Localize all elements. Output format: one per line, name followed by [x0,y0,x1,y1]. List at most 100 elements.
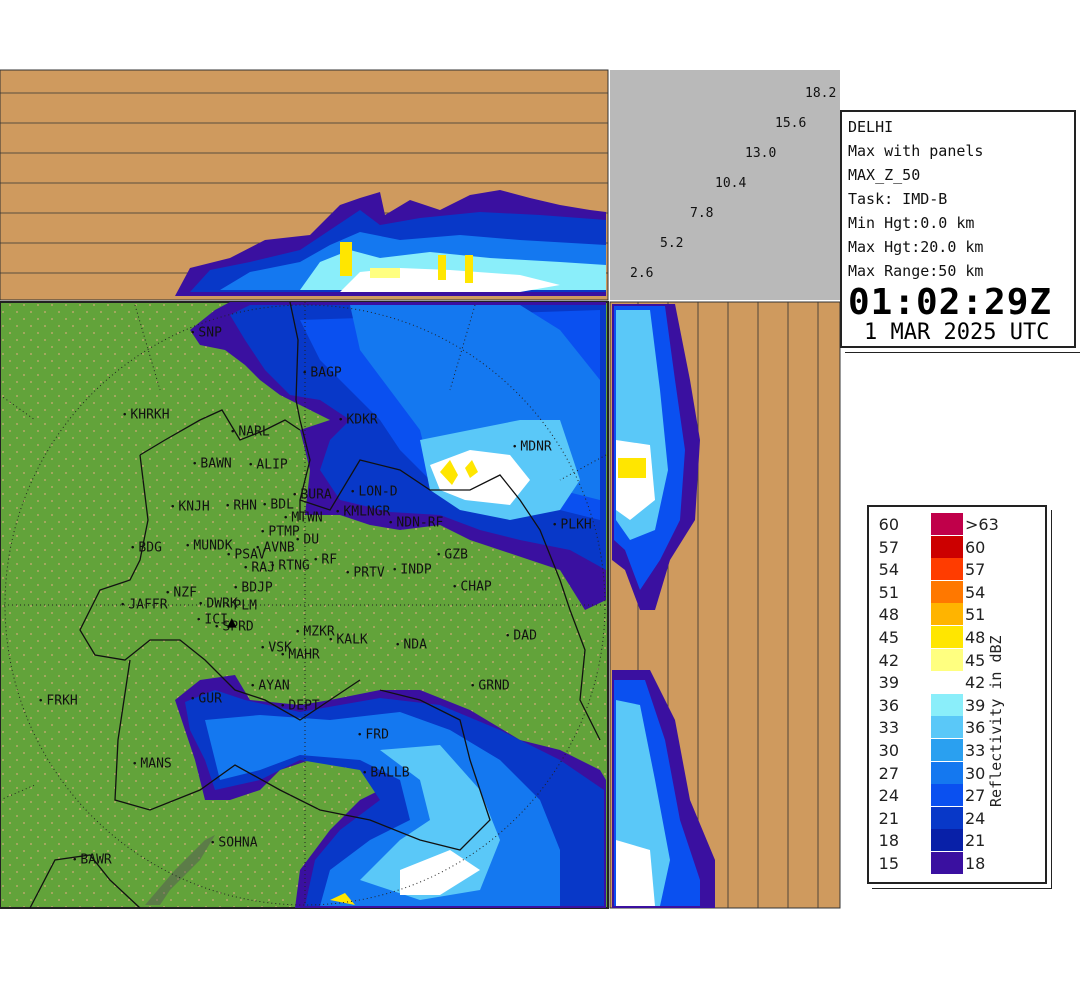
observation-time: 01:02:29Z [848,282,1053,323]
legend-high-value: 45 [965,650,986,670]
legend-low-value: 24 [878,786,899,806]
station-name: DELHI [848,118,894,136]
station-label: FRKH [38,694,77,709]
min-height: Min Hgt:0.0 km [848,214,975,232]
legend-low-value: 21 [878,808,899,828]
legend-row: 18 21 [869,829,1009,852]
legend-high-value: 42 [965,673,986,693]
station-label: AVNB [255,541,294,556]
station-label: DU [295,533,319,548]
legend-swatch [931,558,963,581]
height-label: 18.2 [805,86,837,101]
station-label: PLKH [552,518,591,533]
legend-row: 48 51 [869,603,1009,626]
info-panel: DELHI Max with panels MAX_Z_50 Task: IMD… [840,110,1076,348]
legend-row: 60 >63 [869,513,1009,535]
station-label: RTNG [270,559,309,574]
station-label: CHAP [452,580,491,595]
product-name: Max with panels [848,142,984,160]
height-label: 2.6 [630,266,654,281]
legend-low-value: 36 [878,695,899,715]
station-label: GUR [190,692,221,707]
legend-low-value: 57 [878,537,899,557]
legend-swatch [931,716,963,739]
legend-swatch [931,580,963,603]
product-id: MAX_Z_50 [848,166,921,184]
station-label: NDA [395,638,426,653]
station-label: KMLNGR [335,505,390,520]
station-label: MDNR [512,440,551,455]
station-label: MANS [132,757,171,772]
legend-low-value: 54 [878,560,899,580]
legend-low-value: 51 [878,582,899,602]
station-label: KHRKH [122,408,169,423]
legend-low-value: 45 [878,628,899,647]
station-label: BAWR [72,853,111,868]
legend-swatch [931,693,963,716]
legend-swatch [931,603,963,626]
height-label: 15.6 [775,116,807,131]
max-range: Max Range:50 km [848,262,984,280]
legend-swatch [931,513,963,535]
station-label: BDJP [233,581,272,596]
station-label: KALK [328,633,367,648]
legend-swatch [931,626,963,648]
legend-low-value: 48 [878,605,899,625]
legend-high-value: 51 [965,605,986,625]
station-label: KDKR [338,413,377,428]
station-label: GRND [470,679,509,694]
legend-swatch [931,535,963,558]
legend-row: 57 60 [869,535,1009,558]
height-label: 5.2 [660,236,684,251]
legend-swatch [931,829,963,852]
station-label: PTMP [260,525,299,540]
legend-low-value: 60 [878,515,899,534]
station-label: BURA [292,488,331,503]
legend-swatch [931,852,963,874]
station-label: DEPT [280,699,319,714]
station-label: RHN [225,499,256,514]
legend-row: 15 18 [869,852,1009,874]
station-label: NDN-RF [388,516,443,531]
legend-high-value: 57 [965,560,986,580]
legend-high-value: 33 [965,741,986,760]
station-label: SNP [190,326,221,341]
legend-low-value: 18 [878,831,899,851]
legend-row: 51 54 [869,580,1009,603]
legend-swatch [931,648,963,671]
station-label: SOHNA [210,836,257,851]
station-label: BAWN [192,457,231,472]
legend-high-value: >63 [965,515,999,534]
station-label: LON-D [350,485,397,500]
legend-row: 54 57 [869,558,1009,581]
station-label: RF [313,553,337,568]
legend-high-value: 60 [965,537,986,557]
station-label: DAD [505,629,536,644]
legend-swatch [931,806,963,829]
legend-low-value: 27 [878,763,899,783]
legend-low-value: 39 [878,673,899,693]
legend-high-value: 48 [965,628,986,647]
station-label: MTWN [283,511,322,526]
legend-low-value: 15 [878,854,899,873]
station-label: PRTV [345,566,384,581]
max-height: Max Hgt:20.0 km [848,238,984,256]
station-label: RAJ [243,561,274,576]
station-label: NZF [165,586,196,601]
station-label: BAGP [302,366,341,381]
height-label: 13.0 [745,146,777,161]
legend-high-value: 24 [965,808,986,828]
station-label: GZB [436,548,467,563]
legend-high-value: 36 [965,718,986,738]
station-label: AYAN [250,679,289,694]
reflectivity-legend: 60 >63 57 60 54 57 51 54 48 51 45 48 42 45 39 42 36 39 33 3… [867,505,1047,884]
legend-high-value: 21 [965,831,986,851]
station-label: KNJH [170,500,209,515]
aircraft-marker-icon: ▲ [227,612,237,631]
station-label: INDP [392,563,431,578]
legend-title: Reflectivity in dBZ [987,635,1005,807]
legend-swatch [931,671,963,694]
radar-display: 18.2 15.6 13.0 10.47.8 5.2 2.6 SNP BAGP KHRKH NA… [0,0,1080,996]
station-label: BDG [130,541,161,556]
station-label: BALLB [362,766,409,781]
